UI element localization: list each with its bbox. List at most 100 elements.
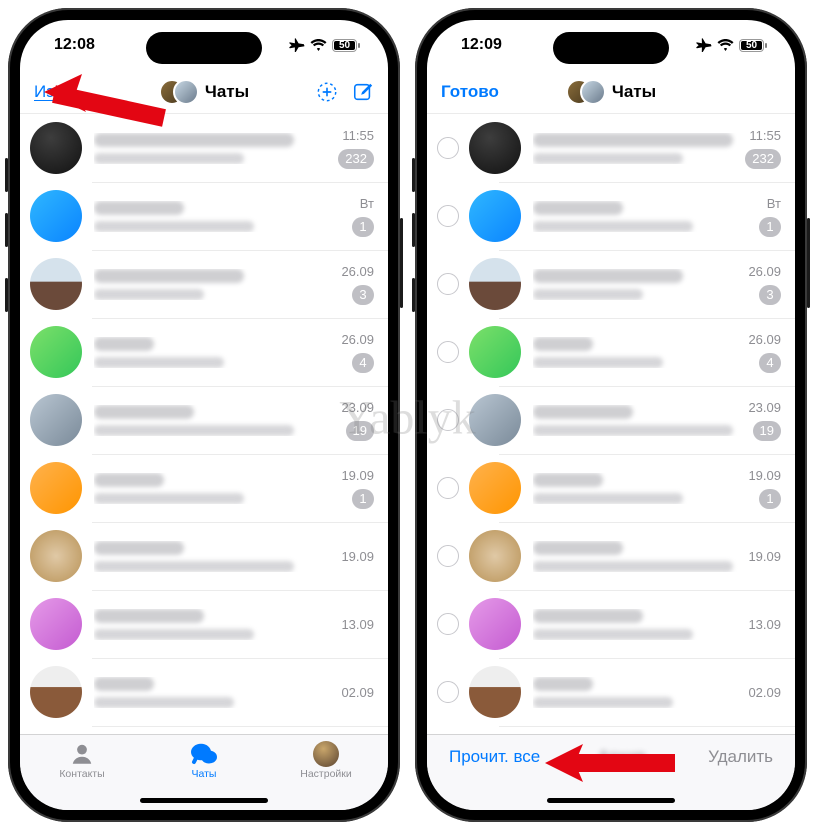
chat-avatar — [469, 530, 521, 582]
chat-time: Вт — [360, 196, 374, 211]
tab-label: Чаты — [192, 768, 217, 780]
chat-preview-blur — [533, 629, 693, 640]
read-all-button[interactable]: Прочит. все — [449, 747, 540, 767]
chat-meta: 19.091 — [748, 468, 781, 509]
dynamic-island — [553, 32, 669, 64]
chat-list[interactable]: 11:55232Вт126.09326.09423.091919.09119.0… — [20, 114, 388, 734]
airplane-icon — [289, 38, 305, 52]
chat-row[interactable]: 19.09 — [20, 522, 388, 590]
stories-avatars[interactable] — [159, 79, 199, 105]
select-radio[interactable] — [437, 273, 459, 295]
chat-row[interactable]: Вт1 — [427, 182, 795, 250]
chat-time: 23.09 — [748, 400, 781, 415]
chat-list[interactable]: 11:55232Вт126.09326.09423.091919.09119.0… — [427, 114, 795, 734]
contacts-icon — [69, 741, 95, 767]
select-radio[interactable] — [437, 681, 459, 703]
edit-button[interactable]: Изм. — [34, 82, 70, 102]
tab-contacts[interactable]: Контакты — [42, 741, 122, 780]
chat-row[interactable]: 31.08 — [427, 726, 795, 734]
chat-time: 02.09 — [748, 685, 781, 700]
delete-button[interactable]: Удалить — [708, 747, 773, 767]
chat-avatar — [469, 598, 521, 650]
chat-row[interactable]: Вт1 — [20, 182, 388, 250]
tab-bar: Контакты Чаты Настройки — [20, 734, 388, 810]
chat-meta: 02.09 — [341, 685, 374, 700]
chat-avatar — [469, 190, 521, 242]
chat-preview-blur — [533, 493, 683, 504]
chat-title-blur — [533, 405, 633, 419]
chat-row[interactable]: 19.09 — [427, 522, 795, 590]
tab-label: Настройки — [300, 768, 352, 780]
select-radio[interactable] — [437, 409, 459, 431]
unread-badge: 4 — [759, 353, 781, 373]
unread-badge: 19 — [753, 421, 781, 441]
chat-body — [533, 609, 740, 640]
chat-row[interactable]: 23.09 19 — [427, 386, 795, 454]
chat-time: Вт — [767, 196, 781, 211]
status-time: 12:08 — [54, 36, 95, 54]
chat-meta: 26.094 — [748, 332, 781, 373]
chat-time: 26.09 — [748, 264, 781, 279]
chat-row[interactable]: 26.094 — [427, 318, 795, 386]
chat-body — [94, 677, 333, 708]
chat-time: 11:55 — [342, 128, 374, 143]
chat-row[interactable]: 19.091 — [20, 454, 388, 522]
select-radio[interactable] — [437, 137, 459, 159]
chat-row[interactable]: 11:55232 — [427, 114, 795, 182]
chat-meta: 26.093 — [748, 264, 781, 305]
select-radio[interactable] — [437, 477, 459, 499]
chat-row[interactable]: 26.094 — [20, 318, 388, 386]
chat-meta: 11:55232 — [745, 128, 781, 169]
chat-preview-blur — [94, 493, 244, 504]
select-radio[interactable] — [437, 613, 459, 635]
chat-meta: 02.09 — [748, 685, 781, 700]
select-radio[interactable] — [437, 205, 459, 227]
chat-row[interactable]: 31.08 — [20, 726, 388, 734]
chat-title-blur — [94, 337, 154, 351]
chat-meta: 26.094 — [341, 332, 374, 373]
chat-row[interactable]: 13.09 — [427, 590, 795, 658]
chat-time: 13.09 — [341, 617, 374, 632]
chat-time: 13.09 — [748, 617, 781, 632]
chat-meta: Вт1 — [759, 196, 781, 237]
chat-time: 19.09 — [341, 468, 374, 483]
chat-preview-blur — [533, 357, 663, 368]
unread-badge: 232 — [745, 149, 781, 169]
chat-row[interactable]: 13.09 — [20, 590, 388, 658]
battery-level: 50 — [332, 40, 357, 51]
toolbar-middle: Архив. — [598, 747, 650, 767]
select-radio[interactable] — [437, 545, 459, 567]
chat-meta: 13.09 — [341, 617, 374, 632]
stories-avatars[interactable] — [566, 79, 606, 105]
chat-time: 26.09 — [341, 332, 374, 347]
chat-row[interactable]: 11:55232 — [20, 114, 388, 182]
chat-avatar — [469, 666, 521, 718]
chat-row[interactable]: 02.09 — [427, 658, 795, 726]
chat-row[interactable]: 19.091 — [427, 454, 795, 522]
chat-title-blur — [94, 473, 164, 487]
chat-avatar — [30, 394, 82, 446]
chat-body — [94, 269, 333, 300]
chat-body — [533, 269, 740, 300]
chat-preview-blur — [94, 289, 204, 300]
home-indicator[interactable] — [547, 798, 675, 803]
done-button[interactable]: Готово — [441, 82, 499, 102]
chat-time: 19.09 — [748, 549, 781, 564]
chat-row[interactable]: 26.093 — [20, 250, 388, 318]
chat-title-blur — [533, 133, 733, 147]
chat-meta: 19.09 — [341, 549, 374, 564]
compose-icon[interactable] — [352, 81, 374, 103]
chat-meta: Вт1 — [352, 196, 374, 237]
chat-row[interactable]: 23.0919 — [20, 386, 388, 454]
new-folder-icon[interactable] — [316, 81, 338, 103]
chat-avatar — [30, 326, 82, 378]
tab-chats[interactable]: Чаты — [164, 741, 244, 780]
wifi-icon — [717, 39, 734, 51]
select-radio[interactable] — [437, 341, 459, 363]
chat-time: 19.09 — [748, 468, 781, 483]
nav-title: Чаты — [205, 82, 249, 102]
tab-settings[interactable]: Настройки — [286, 741, 366, 780]
chat-row[interactable]: 02.09 — [20, 658, 388, 726]
home-indicator[interactable] — [140, 798, 268, 803]
chat-row[interactable]: 26.093 — [427, 250, 795, 318]
